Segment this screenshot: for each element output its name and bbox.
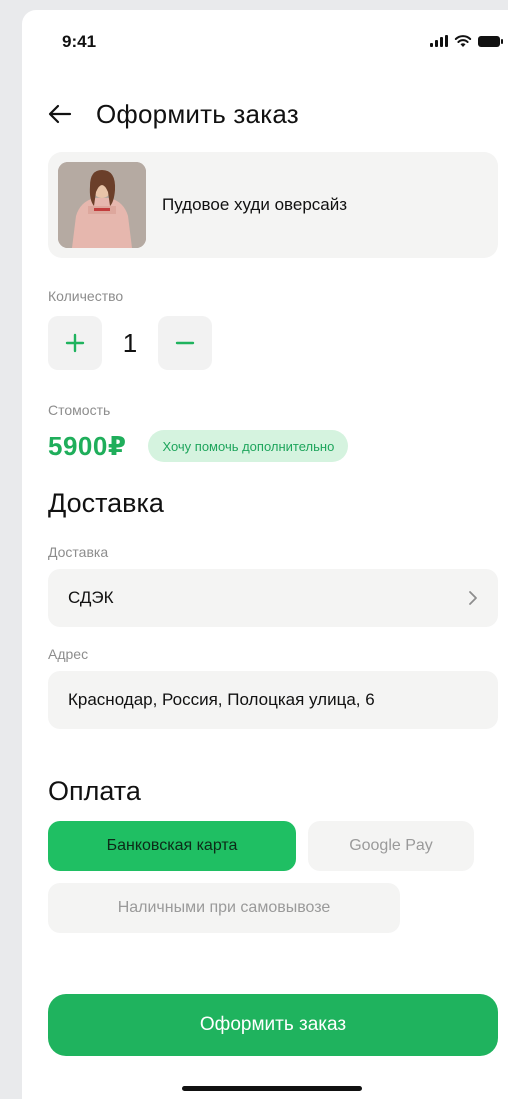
help-more-chip[interactable]: Хочу помочь дополнительно xyxy=(148,430,349,462)
quantity-value: 1 xyxy=(122,327,138,358)
address-label: Адрес xyxy=(48,646,89,662)
quantity-stepper: 1 xyxy=(48,316,212,370)
quantity-decrease-button[interactable] xyxy=(158,316,212,370)
arrow-left-icon xyxy=(48,104,72,124)
quantity-increase-button[interactable] xyxy=(48,316,102,370)
address-value: Краснодар, Россия, Полоцкая улица, 6 xyxy=(68,690,375,709)
battery-icon xyxy=(478,35,503,47)
price-value: 5900₽ xyxy=(48,430,127,461)
price-label: Стомость xyxy=(48,402,111,418)
product-name: Пудовое худи оверсайз xyxy=(162,195,348,214)
payment-section-title: Оплата xyxy=(48,776,141,806)
delivery-method-select[interactable]: СДЭК xyxy=(48,569,498,627)
product-image xyxy=(58,162,146,248)
payment-option-google-pay[interactable]: Google Pay xyxy=(308,821,474,871)
status-time: 9:41 xyxy=(62,32,97,51)
hoodie-photo-icon xyxy=(58,162,146,248)
page-title: Оформить заказ xyxy=(96,98,299,129)
delivery-method-label: Доставка xyxy=(48,544,109,560)
payment-option-cash-pickup[interactable]: Наличными при самовывозе xyxy=(48,883,400,933)
phone-screen: 9:41 Оформить заказ Пудовое худи оверсай… xyxy=(22,10,508,1099)
submit-order-button[interactable]: Оформить заказ xyxy=(48,994,498,1056)
delivery-method-value: СДЭК xyxy=(68,588,114,607)
status-bar: 9:41 xyxy=(22,10,508,74)
home-indicator xyxy=(182,1086,362,1091)
address-field[interactable]: Краснодар, Россия, Полоцкая улица, 6 xyxy=(48,671,498,729)
product-card[interactable]: Пудовое худи оверсайз xyxy=(48,152,498,258)
back-button[interactable] xyxy=(46,100,74,128)
minus-icon xyxy=(175,341,195,345)
page-header: Оформить заказ xyxy=(46,94,299,134)
wifi-icon xyxy=(454,35,472,47)
chevron-right-icon xyxy=(468,590,478,606)
status-icons xyxy=(430,34,503,48)
delivery-section-title: Доставка xyxy=(48,488,164,518)
signal-icon xyxy=(430,35,448,47)
plus-icon xyxy=(65,333,85,353)
quantity-label: Количество xyxy=(48,288,124,304)
price-row: 5900₽ Хочу помочь дополнительно xyxy=(48,430,349,462)
payment-option-card[interactable]: Банковская карта xyxy=(48,821,296,871)
